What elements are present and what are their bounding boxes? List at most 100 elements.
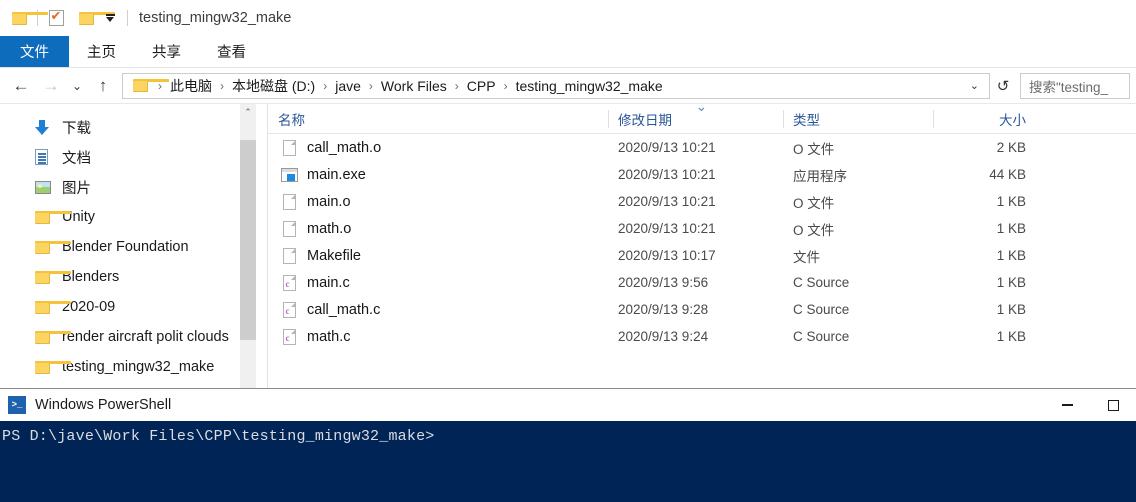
- table-row[interactable]: main.o 2020/9/13 10:21 O 文件 1 KB: [268, 188, 1136, 215]
- sidebar-item-pictures[interactable]: 图片 ✒: [0, 172, 268, 202]
- powershell-window: >_ Windows PowerShell PS D:\jave\Work Fi…: [0, 388, 1136, 502]
- recent-locations-chevron-icon[interactable]: ⌄: [66, 73, 88, 99]
- powershell-prompt: PS D:\jave\Work Files\CPP\testing_mingw3…: [2, 428, 435, 445]
- properties-checkmark-icon[interactable]: [45, 7, 67, 29]
- breadcrumb-item-cpp[interactable]: CPP: [464, 78, 499, 94]
- folder-icon: [35, 300, 71, 314]
- file-name-cell: main.exe: [268, 166, 608, 184]
- file-size: 1 KB: [996, 329, 1026, 344]
- column-header-size[interactable]: 大小: [933, 104, 1038, 133]
- sidebar-item-documents[interactable]: 文档 ✒: [0, 142, 268, 172]
- table-row[interactable]: c main.c 2020/9/13 9:56 C Source 1 KB: [268, 269, 1136, 296]
- file-name-cell: main.o: [268, 193, 608, 211]
- column-headers: 名称 修改日期 类型 大小: [268, 98, 1136, 134]
- file-size: 1 KB: [996, 248, 1026, 263]
- file-size: 1 KB: [996, 194, 1026, 209]
- sidebar-item-label: 图片: [62, 180, 91, 197]
- breadcrumb-folder-icon: [129, 75, 169, 97]
- sidebar-item-blender-foundation[interactable]: Blender Foundation ✒: [0, 232, 268, 262]
- ribbon-tabs: 文件 主页 共享 查看: [0, 36, 1136, 68]
- file-explorer-window: testing_mingw32_make 文件 主页 共享 查看 ← → ⌄ ↑…: [0, 0, 1136, 390]
- folder-icon: [35, 330, 71, 344]
- folder-icon: [35, 210, 71, 224]
- column-header-date-modified[interactable]: 修改日期: [608, 98, 783, 133]
- powershell-console[interactable]: PS D:\jave\Work Files\CPP\testing_mingw3…: [0, 421, 1136, 502]
- c-source-icon: c: [280, 328, 298, 346]
- minimize-button[interactable]: [1044, 389, 1090, 421]
- file-type: O 文件: [793, 141, 835, 157]
- file-size: 1 KB: [996, 302, 1026, 317]
- file-date: 2020/9/13 10:21: [618, 221, 716, 236]
- sidebar-item-downloads[interactable]: 下载 ✒: [0, 112, 268, 142]
- file-name: Makefile: [307, 247, 361, 264]
- file-type: C Source: [793, 275, 850, 290]
- window-title: testing_mingw32_make: [139, 10, 292, 26]
- file-type: C Source: [793, 329, 850, 344]
- file-date: 2020/9/13 10:17: [618, 248, 716, 263]
- window-controls: [1044, 389, 1136, 421]
- customize-quick-access-chevron-icon[interactable]: [100, 8, 120, 28]
- tab-file[interactable]: 文件: [0, 36, 69, 67]
- breadcrumb-item-testing-mingw32-make[interactable]: testing_mingw32_make: [513, 78, 666, 94]
- powershell-titlebar: >_ Windows PowerShell: [0, 389, 1136, 421]
- sidebar-item-render-aircraft-polit-clouds[interactable]: render aircraft polit clouds: [0, 322, 268, 352]
- scrollbar-thumb[interactable]: [240, 140, 256, 340]
- tab-home[interactable]: 主页: [69, 36, 134, 67]
- refresh-icon[interactable]: ↺: [990, 73, 1016, 99]
- folder-icon: [35, 360, 71, 374]
- file-name-cell: c call_math.c: [268, 301, 608, 319]
- table-row[interactable]: main.exe 2020/9/13 10:21 应用程序 44 KB: [268, 161, 1136, 188]
- file-name-cell: c math.c: [268, 328, 608, 346]
- sidebar-item-2020-09[interactable]: 2020-09: [0, 292, 268, 322]
- sidebar-item-testing-mingw32-make[interactable]: testing_mingw32_make: [0, 352, 268, 382]
- file-size: 44 KB: [989, 167, 1026, 182]
- titlebar-divider-2: [127, 10, 128, 26]
- scroll-up-icon[interactable]: ⌃: [240, 104, 256, 121]
- application-icon: [280, 166, 298, 184]
- breadcrumb-separator: ›: [368, 78, 373, 93]
- powershell-title: Windows PowerShell: [35, 397, 172, 413]
- up-button[interactable]: ↑: [88, 73, 118, 99]
- breadcrumb-dropdown-chevron-icon[interactable]: ⌄: [966, 79, 987, 92]
- sidebar-item-label: 下载: [62, 120, 91, 137]
- file-list: 名称 修改日期 类型 大小 call_math.o 2020/9/13 10:2…: [268, 98, 1136, 390]
- maximize-button[interactable]: [1090, 389, 1136, 421]
- breadcrumb-separator: ›: [323, 78, 328, 93]
- breadcrumb-item-jave[interactable]: jave: [332, 78, 364, 94]
- table-row[interactable]: call_math.o 2020/9/13 10:21 O 文件 2 KB: [268, 134, 1136, 161]
- file-type: 应用程序: [793, 168, 847, 184]
- table-row[interactable]: c call_math.c 2020/9/13 9:28 C Source 1 …: [268, 296, 1136, 323]
- column-header-type[interactable]: 类型: [783, 104, 933, 133]
- navigation-pane: 下载 ✒ 文档 ✒ 图片 ✒ Unity ✒ Blender Foundatio: [0, 104, 268, 390]
- breadcrumb[interactable]: › 此电脑 › 本地磁盘 (D:) › jave › Work Files › …: [122, 72, 990, 99]
- file-type: 文件: [793, 249, 820, 265]
- table-row[interactable]: c math.c 2020/9/13 9:24 C Source 1 KB: [268, 323, 1136, 350]
- new-folder-icon[interactable]: [75, 7, 115, 29]
- blank-file-icon: [280, 139, 298, 157]
- sidebar-item-blenders[interactable]: Blenders ✒: [0, 262, 268, 292]
- file-name: call_math.o: [307, 139, 382, 156]
- search-input[interactable]: 搜索"testing_: [1020, 72, 1130, 99]
- breadcrumb-item-work-files[interactable]: Work Files: [378, 78, 450, 94]
- file-date: 2020/9/13 9:24: [618, 329, 709, 344]
- folder-icon: [8, 7, 48, 29]
- breadcrumb-separator: ›: [220, 78, 224, 93]
- column-header-name[interactable]: 名称: [268, 104, 608, 133]
- folder-icon: [35, 240, 71, 254]
- table-row[interactable]: Makefile 2020/9/13 10:17 文件 1 KB: [268, 242, 1136, 269]
- table-row[interactable]: math.o 2020/9/13 10:21 O 文件 1 KB: [268, 215, 1136, 242]
- breadcrumb-item-this-pc[interactable]: 此电脑: [167, 76, 215, 96]
- blank-file-icon: [280, 193, 298, 211]
- file-name: main.c: [307, 274, 350, 291]
- file-type: O 文件: [793, 195, 835, 211]
- tab-share[interactable]: 共享: [134, 36, 199, 67]
- navigation-pane-scrollbar[interactable]: ⌃: [240, 104, 256, 390]
- forward-button[interactable]: →: [36, 73, 66, 99]
- sidebar-item-label: render aircraft polit clouds: [62, 329, 229, 345]
- breadcrumb-item-local-disk-d[interactable]: 本地磁盘 (D:): [229, 76, 318, 96]
- file-date: 2020/9/13 9:56: [618, 275, 709, 290]
- tab-view[interactable]: 查看: [199, 36, 264, 67]
- back-button[interactable]: ←: [6, 73, 36, 99]
- sidebar-item-unity[interactable]: Unity ✒: [0, 202, 268, 232]
- file-name-cell: c main.c: [268, 274, 608, 292]
